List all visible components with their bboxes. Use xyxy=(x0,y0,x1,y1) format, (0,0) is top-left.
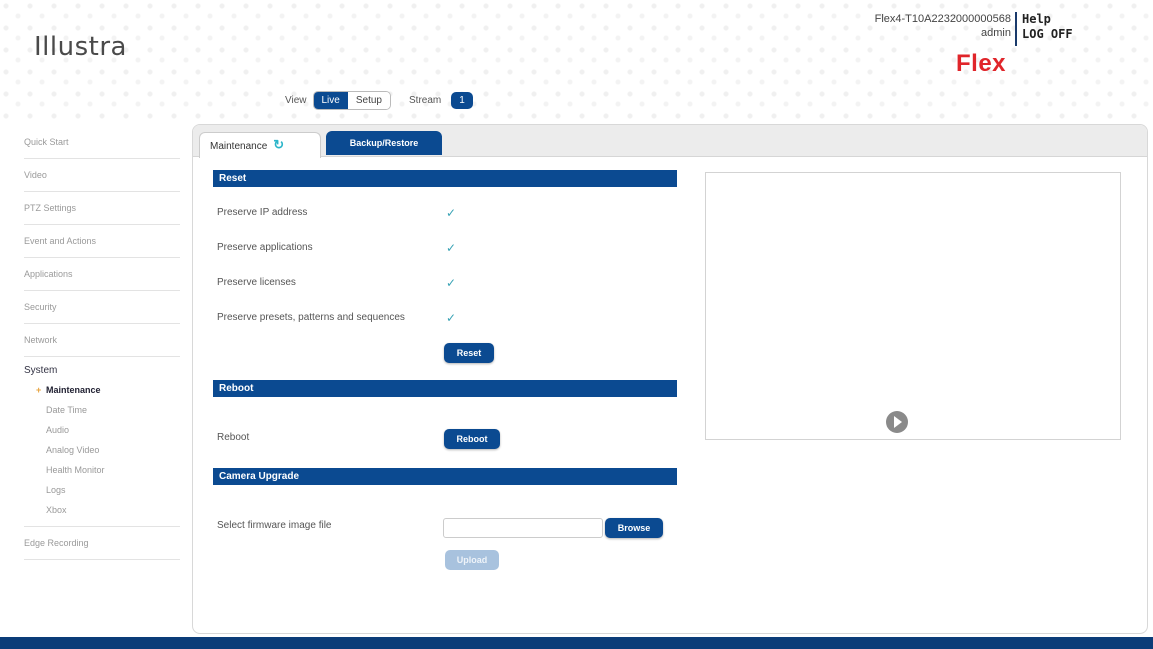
video-preview xyxy=(705,172,1121,440)
preserve-licenses-label: Preserve licenses xyxy=(217,277,296,288)
main-panel: Maintenance ↻ Backup/Restore Reset Preser… xyxy=(192,124,1148,634)
stream-label: Stream xyxy=(409,95,442,106)
preserve-presets-checkbox[interactable]: ✓ xyxy=(446,312,458,324)
header-separator xyxy=(1015,12,1017,46)
sidebar-subitem-maintenance[interactable]: Maintenance xyxy=(24,380,180,400)
preserve-licenses-checkbox[interactable]: ✓ xyxy=(446,277,458,289)
sidebar-subitem-logs[interactable]: Logs xyxy=(24,480,180,500)
app-logo: Illustra xyxy=(34,32,127,62)
preserve-apps-label: Preserve applications xyxy=(217,242,313,253)
view-label: View xyxy=(285,95,307,106)
refresh-icon[interactable]: ↻ xyxy=(273,137,284,152)
view-bar: View Live Setup Stream 1 xyxy=(285,91,473,110)
live-button[interactable]: Live xyxy=(313,92,348,109)
upload-button[interactable]: Upload xyxy=(445,550,499,570)
sidebar-subitem-xbox[interactable]: Xbox xyxy=(24,500,180,520)
help-link[interactable]: Help xyxy=(1022,12,1073,27)
reboot-section-header: Reboot xyxy=(213,380,677,397)
sidebar-item-event-actions[interactable]: Event and Actions xyxy=(24,225,180,258)
stream-selector[interactable]: 1 xyxy=(451,92,473,109)
camera-upgrade-section-header: Camera Upgrade xyxy=(213,468,677,485)
reboot-label: Reboot xyxy=(217,432,250,443)
preserve-presets-label: Preserve presets, patterns and sequences xyxy=(217,312,405,323)
sidebar-item-edge-recording[interactable]: Edge Recording xyxy=(24,527,180,560)
browse-button[interactable]: Browse xyxy=(605,518,663,538)
device-name: Flex4-T10A2232000000568 xyxy=(874,13,1011,25)
sidebar-item-video[interactable]: Video xyxy=(24,159,180,192)
user-name: admin xyxy=(981,27,1011,39)
sidebar-subitem-date-time[interactable]: Date Time xyxy=(24,400,180,420)
firmware-file-input[interactable] xyxy=(443,518,603,538)
tab-maintenance-label: Maintenance xyxy=(210,141,268,152)
sidebar-subitem-health-monitor[interactable]: Health Monitor xyxy=(24,460,180,480)
tab-backup-restore[interactable]: Backup/Restore xyxy=(326,131,442,155)
header-links: Help LOG OFF xyxy=(1022,12,1073,42)
firmware-file-label: Select firmware image file xyxy=(217,520,332,531)
sidebar-item-ptz-settings[interactable]: PTZ Settings xyxy=(24,192,180,225)
sidebar-subitem-audio[interactable]: Audio xyxy=(24,420,180,440)
preserve-apps-checkbox[interactable]: ✓ xyxy=(446,242,458,254)
tab-maintenance[interactable]: Maintenance ↻ xyxy=(199,132,321,158)
preserve-ip-label: Preserve IP address xyxy=(217,207,308,218)
sidebar-subitem-analog-video[interactable]: Analog Video xyxy=(24,440,180,460)
play-icon[interactable] xyxy=(886,411,908,433)
reboot-button[interactable]: Reboot xyxy=(444,429,500,449)
preserve-ip-checkbox[interactable]: ✓ xyxy=(446,207,458,219)
footer-bar xyxy=(0,637,1153,649)
sidebar-item-quick-start[interactable]: Quick Start xyxy=(24,126,180,159)
setup-button[interactable]: Setup xyxy=(347,92,390,109)
sidebar-system-group: System Maintenance Date Time Audio Analo… xyxy=(24,357,180,527)
sidebar-item-network[interactable]: Network xyxy=(24,324,180,357)
sidebar-item-applications[interactable]: Applications xyxy=(24,258,180,291)
logoff-link[interactable]: LOG OFF xyxy=(1022,27,1073,42)
device-info: Flex4-T10A2232000000568 admin xyxy=(875,12,1011,40)
sidebar-item-security[interactable]: Security xyxy=(24,291,180,324)
brand-logo: Flex xyxy=(956,50,1007,77)
sidebar: Quick Start Video PTZ Settings Event and… xyxy=(24,126,180,560)
reset-section-header: Reset xyxy=(213,170,677,187)
sidebar-item-system[interactable]: System xyxy=(24,365,180,376)
view-toggle: Live Setup xyxy=(312,91,391,110)
reset-button[interactable]: Reset xyxy=(444,343,494,363)
